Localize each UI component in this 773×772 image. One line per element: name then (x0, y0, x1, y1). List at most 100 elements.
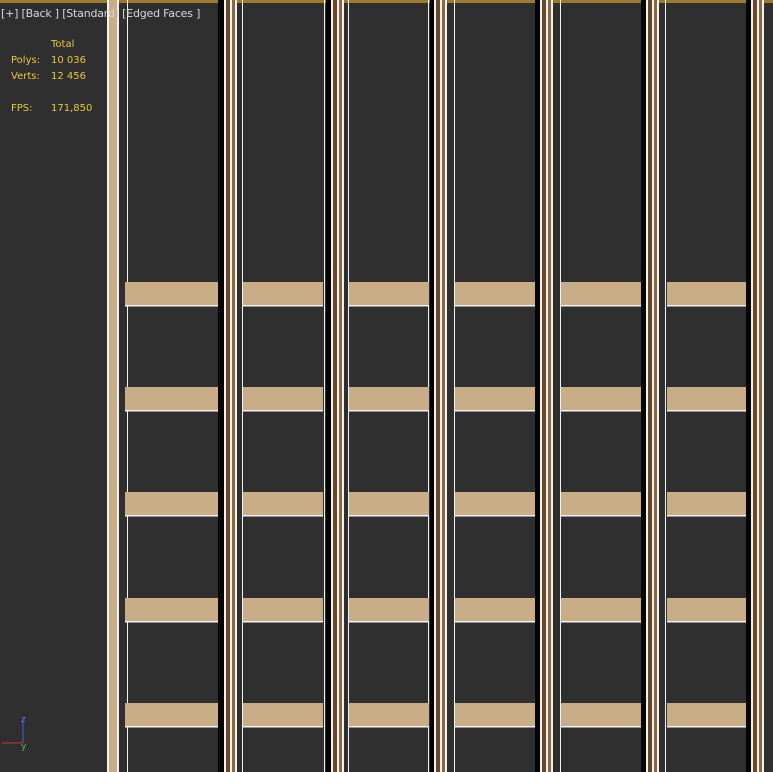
plank-edge-r4-c3 (455, 726, 535, 728)
plank-r2-c3 (455, 492, 535, 516)
viewport-shading-menu[interactable]: [Standard] (62, 7, 119, 20)
wood-post-edge-0 (235, 0, 237, 772)
verts-value: 12 456 (51, 71, 86, 82)
frame-post-edge (117, 0, 119, 772)
polys-value: 10 036 (51, 55, 86, 66)
plank-edge-r3-c0 (125, 621, 218, 623)
plank-r4-c0 (125, 703, 218, 727)
plank-r2-c0 (125, 492, 218, 516)
wood-post-inner-3 (548, 0, 551, 772)
viewport[interactable]: [+] [Back ] [Standard] [Edged Faces ] To… (0, 0, 773, 772)
black-gap-0 (218, 0, 224, 772)
z-axis-label: z (21, 715, 26, 725)
wood-post-3 (542, 0, 546, 772)
wood-post-edge-4 (652, 0, 654, 772)
frame-post (109, 0, 117, 772)
plank-r0-c5 (667, 282, 746, 306)
wood-post-edge-5 (757, 0, 759, 772)
plank-r1-c5 (667, 387, 746, 411)
viewport-plus-menu[interactable]: [+] (1, 7, 18, 20)
polys-label: Polys: (11, 55, 41, 66)
plank-r4-c3 (455, 703, 535, 727)
plank-edge-r2-c1 (243, 515, 323, 517)
plank-r1-c2 (349, 387, 429, 411)
plank-r2-c1 (243, 492, 323, 516)
wood-post-1 (333, 0, 337, 772)
plank-edge-r3-c1 (243, 621, 323, 623)
plank-edge-r3-c2 (349, 621, 429, 623)
wood-post-5 (753, 0, 757, 772)
plank-r1-c3 (455, 387, 535, 411)
wood-post-inner-4 (654, 0, 657, 772)
scene-geometry[interactable] (0, 0, 773, 772)
panel-edge-right-0 (324, 0, 325, 772)
wood-post-edge-3 (551, 0, 553, 772)
plank-edge-r2-c5 (667, 515, 746, 517)
panel-edge-0 (127, 0, 128, 772)
wood-post-4 (648, 0, 652, 772)
plank-r4-c1 (243, 703, 323, 727)
plank-edge-r3-c4 (561, 621, 641, 623)
plank-r1-c4 (561, 387, 641, 411)
wood-post-edge-2 (434, 0, 436, 772)
wood-post-inner-5 (759, 0, 762, 772)
plank-edge-r2-c0 (125, 515, 218, 517)
plank-r3-c3 (455, 598, 535, 622)
plank-r0-c4 (561, 282, 641, 306)
verts-label: Verts: (11, 71, 40, 82)
plank-r3-c5 (667, 598, 746, 622)
wood-post-edge-2 (445, 0, 447, 772)
black-gap-5 (746, 0, 751, 772)
wood-post-edge-2 (440, 0, 442, 772)
plank-r1-c0 (125, 387, 218, 411)
plank-edge-r4-c2 (349, 726, 429, 728)
wood-post-edge-1 (331, 0, 333, 772)
plank-edge-r0-c3 (455, 305, 535, 307)
fps-label: FPS: (11, 103, 33, 114)
plank-edge-r3-c5 (667, 621, 746, 623)
plank-r4-c4 (561, 703, 641, 727)
plank-edge-r0-c4 (561, 305, 641, 307)
viewport-label-menu[interactable]: [+] [Back ] [Standard] [Edged Faces ] (1, 7, 200, 20)
wood-post-inner-1 (339, 0, 342, 772)
plank-edge-r3-c3 (455, 621, 535, 623)
plank-r0-c3 (455, 282, 535, 306)
wood-post-edge-5 (762, 0, 764, 772)
plank-edge-r0-c0 (125, 305, 218, 307)
plank-r2-c2 (349, 492, 429, 516)
axis-gizmo-icon: z y (2, 715, 27, 752)
wood-post-2 (436, 0, 440, 772)
panel-edge-1 (242, 0, 243, 772)
viewport-display-mode-menu[interactable]: [Edged Faces ] (122, 7, 200, 20)
plank-edge-r0-c2 (349, 305, 429, 307)
black-gap-2 (430, 0, 434, 772)
panel-edge-2 (348, 0, 349, 772)
plank-edge-r0-c1 (243, 305, 323, 307)
plank-edge-r4-c1 (243, 726, 323, 728)
plank-r0-c0 (125, 282, 218, 306)
panel-edge-right-1 (428, 0, 429, 772)
plank-edge-r1-c5 (667, 410, 746, 412)
plank-edge-r2-c2 (349, 515, 429, 517)
black-gap-3 (535, 0, 540, 772)
panel-edge-3 (454, 0, 455, 772)
fps-value: 171,850 (51, 103, 93, 114)
wood-post-inner-0 (232, 0, 235, 772)
plank-edge-r1-c2 (349, 410, 429, 412)
plank-r1-c1 (243, 387, 323, 411)
wood-post-edge-1 (337, 0, 339, 772)
plank-edge-r1-c3 (455, 410, 535, 412)
wood-post-0 (226, 0, 230, 772)
plank-r0-c1 (243, 282, 323, 306)
wood-post-edge-3 (546, 0, 548, 772)
plank-r4-c5 (667, 703, 746, 727)
frame-post-edge (107, 0, 109, 772)
plank-r2-c5 (667, 492, 746, 516)
plank-r3-c1 (243, 598, 323, 622)
wood-post-edge-1 (342, 0, 344, 772)
plank-r4-c2 (349, 703, 429, 727)
wood-post-edge-0 (230, 0, 232, 772)
plank-r3-c2 (349, 598, 429, 622)
viewport-point-of-view-menu[interactable]: [Back ] (22, 7, 60, 20)
y-axis-label: y (21, 742, 27, 752)
